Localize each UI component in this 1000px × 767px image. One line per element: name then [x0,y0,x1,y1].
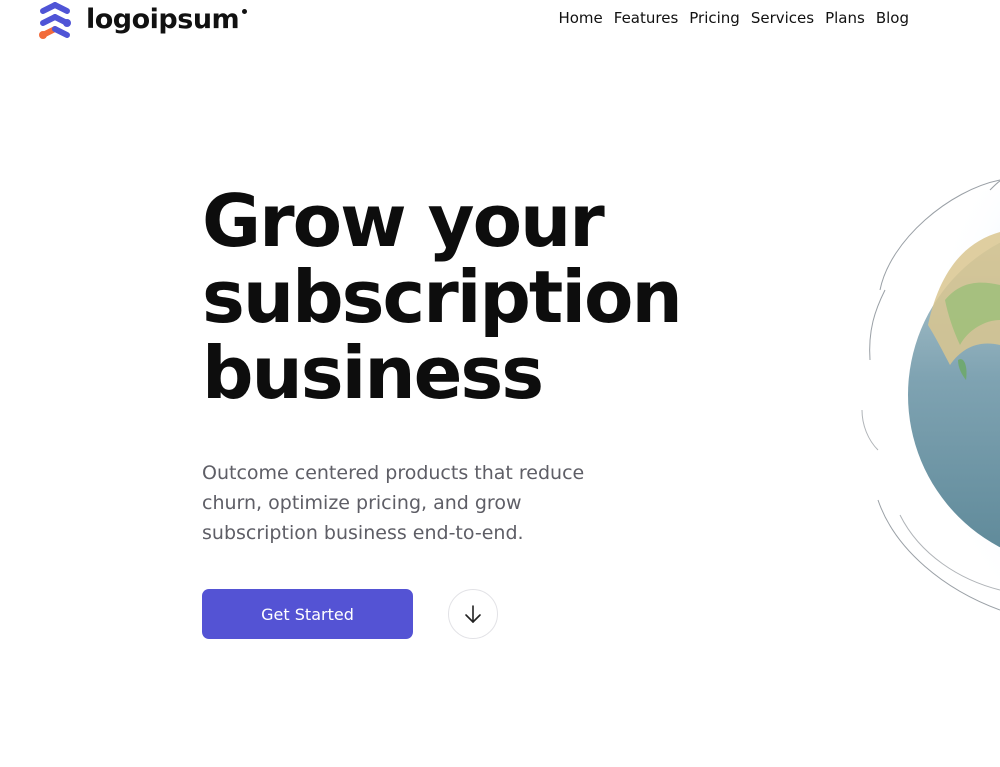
logo-mark-icon [39,2,71,39]
main-nav: Home Features Pricing Services Plans Blo… [558,8,909,28]
nav-link-pricing[interactable]: Pricing [689,8,740,28]
hero-title-line: subscription [202,255,683,339]
logo-text: logoipsum [86,4,248,35]
nav-link-features[interactable]: Features [614,8,679,28]
hero-title-line: Grow your [202,179,605,263]
globe-illustration [850,179,1000,611]
nav-link-plans[interactable]: Plans [825,8,865,28]
hero-title: Grow your subscription business [202,183,722,411]
nav-link-blog[interactable]: Blog [876,8,909,28]
logo-dot [242,8,248,14]
logo-link[interactable]: logoipsum [34,0,248,40]
get-started-button[interactable]: Get Started [202,589,413,639]
arrow-down-icon [465,605,481,623]
nav-link-home[interactable]: Home [558,8,602,28]
landing-page: logoipsum Home Features Pricing Services… [0,0,1000,767]
hero-title-line: business [202,331,544,415]
nav-link-services[interactable]: Services [751,8,814,28]
hero-subtitle: Outcome centered products that reduce ch… [202,462,585,544]
scroll-down-button[interactable] [448,589,498,639]
